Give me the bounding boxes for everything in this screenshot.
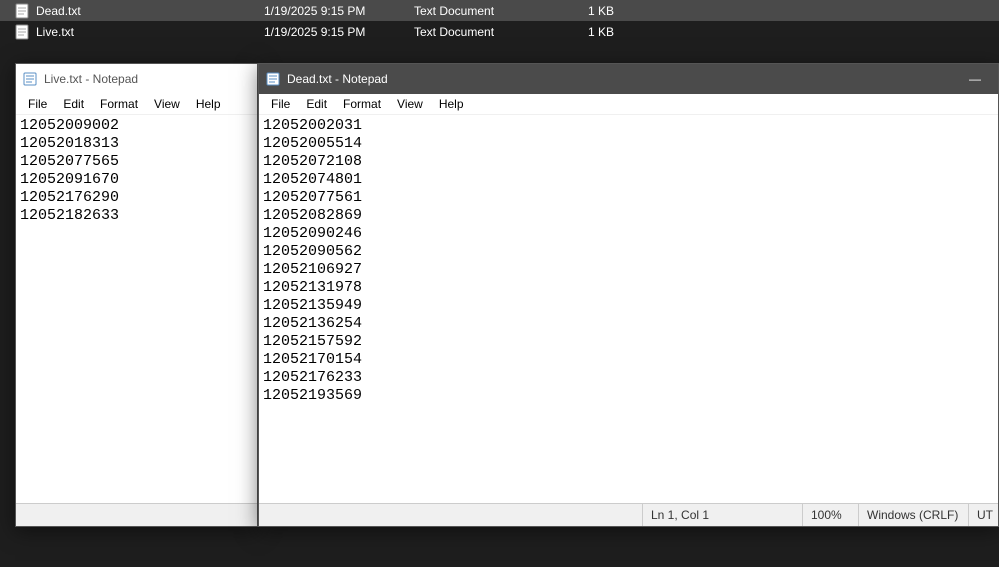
text-file-icon [14, 24, 30, 40]
menu-help[interactable]: Help [188, 94, 229, 114]
status-zoom: 100% [802, 504, 858, 526]
menubar: File Edit Format View Help [259, 94, 998, 115]
menu-view[interactable]: View [146, 94, 188, 114]
status-encoding: UT [968, 504, 998, 526]
notepad-icon [22, 71, 38, 87]
file-type: Text Document [414, 25, 574, 39]
menu-help[interactable]: Help [431, 94, 472, 114]
menu-view[interactable]: View [389, 94, 431, 114]
file-row[interactable]: Live.txt 1/19/2025 9:15 PM Text Document… [0, 21, 999, 42]
menu-file[interactable]: File [263, 94, 298, 114]
menu-format[interactable]: Format [92, 94, 146, 114]
menu-edit[interactable]: Edit [298, 94, 335, 114]
titlebar[interactable]: Dead.txt - Notepad — [259, 64, 998, 94]
editor-textarea[interactable]: 12052009002 12052018313 12052077565 1205… [16, 115, 257, 503]
statusbar: Ln 1, Col 1 100% Windows (CRLF) UT [259, 503, 998, 526]
menu-edit[interactable]: Edit [55, 94, 92, 114]
editor-textarea[interactable]: 12052002031 12052005514 12052072108 1205… [259, 115, 998, 503]
file-row[interactable]: Dead.txt 1/19/2025 9:15 PM Text Document… [0, 0, 999, 21]
window-title: Live.txt - Notepad [44, 72, 257, 86]
menu-file[interactable]: File [20, 94, 55, 114]
menu-format[interactable]: Format [335, 94, 389, 114]
notepad-window-live[interactable]: Live.txt - Notepad File Edit Format View… [15, 63, 258, 527]
file-date: 1/19/2025 9:15 PM [264, 4, 414, 18]
text-file-icon [14, 3, 30, 19]
window-title: Dead.txt - Notepad [287, 72, 952, 86]
status-eol: Windows (CRLF) [858, 504, 968, 526]
file-type: Text Document [414, 4, 574, 18]
file-size: 1 KB [574, 4, 614, 18]
minimize-button[interactable]: — [952, 64, 998, 94]
statusbar [16, 503, 257, 526]
file-date: 1/19/2025 9:15 PM [264, 25, 414, 39]
file-explorer-list: Dead.txt 1/19/2025 9:15 PM Text Document… [0, 0, 999, 42]
window-controls: — [952, 64, 998, 94]
menubar: File Edit Format View Help [16, 94, 257, 115]
notepad-icon [265, 71, 281, 87]
file-size: 1 KB [574, 25, 614, 39]
file-name: Dead.txt [36, 4, 264, 18]
titlebar[interactable]: Live.txt - Notepad [16, 64, 257, 94]
status-position: Ln 1, Col 1 [642, 504, 802, 526]
file-name: Live.txt [36, 25, 264, 39]
notepad-window-dead[interactable]: Dead.txt - Notepad — File Edit Format Vi… [258, 63, 999, 527]
